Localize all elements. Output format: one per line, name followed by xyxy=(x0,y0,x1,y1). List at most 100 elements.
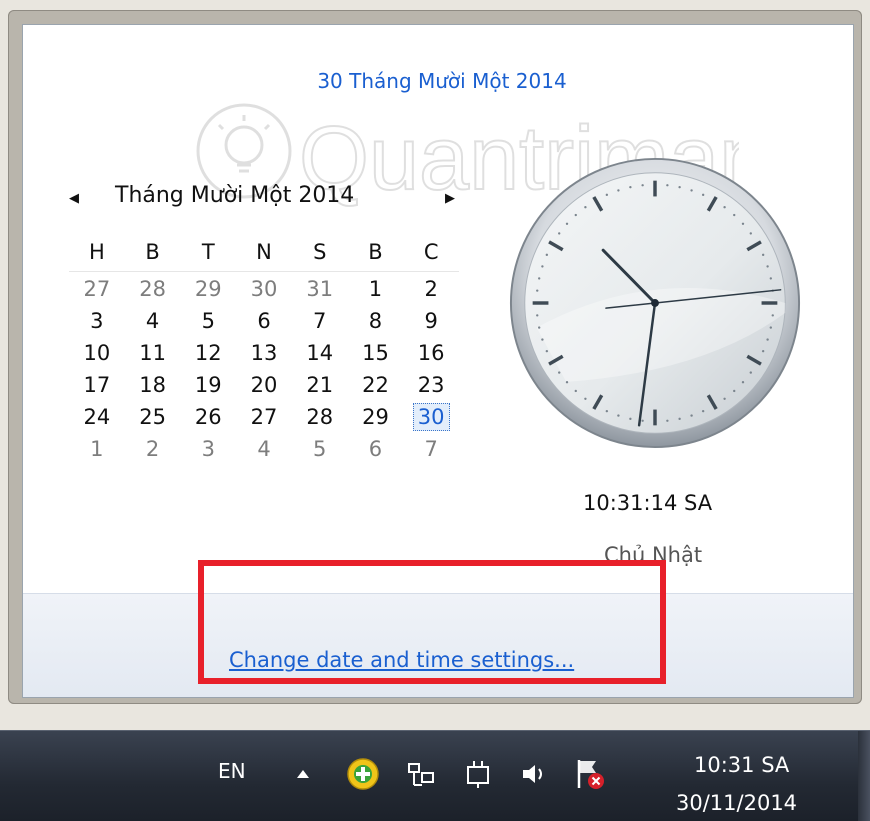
plus-app-icon[interactable] xyxy=(346,757,380,791)
clock-minute-dot xyxy=(701,409,705,413)
weekday-label: C xyxy=(423,240,439,264)
triangle-right-icon[interactable]: ▶ xyxy=(445,191,455,206)
show-desktop-button[interactable] xyxy=(858,731,870,821)
calendar-day[interactable]: 18 xyxy=(125,370,181,402)
calendar-day[interactable]: 12 xyxy=(180,338,236,370)
calendar-day[interactable]: 20 xyxy=(236,370,292,402)
calendar-day[interactable]: 22 xyxy=(348,370,404,402)
clock-minute-dot xyxy=(690,189,693,192)
calendar-day[interactable]: 26 xyxy=(180,402,236,434)
clock-minute-dot xyxy=(733,389,736,393)
week-row: 24 25 26 27 28 29 30 xyxy=(69,402,459,434)
calendar-day[interactable]: 15 xyxy=(348,338,404,370)
clock-minute-dot xyxy=(733,213,736,217)
calendar-day[interactable]: 13 xyxy=(236,338,292,370)
calendar-day[interactable]: 25 xyxy=(125,402,181,434)
week-row: 27 28 29 30 31 1 2 xyxy=(69,274,459,306)
clock-minute-dot xyxy=(749,371,752,374)
calendar-day[interactable]: 4 xyxy=(236,434,292,466)
calendar-day[interactable]: 27 xyxy=(236,402,292,434)
calendar-day[interactable]: 27 xyxy=(69,274,125,306)
calendar-day[interactable]: 17 xyxy=(69,370,125,402)
clock-minute-dot xyxy=(584,206,587,209)
calendar-grid: H B T N S B C 27 28 29 30 31 1 2 3 4 5 6… xyxy=(69,237,459,466)
clock-minute-dot xyxy=(541,338,544,341)
weekday-label: S xyxy=(313,240,327,264)
clock-minute-dot xyxy=(761,253,765,257)
clock-minute-dot xyxy=(766,265,769,268)
week-row: 3 4 5 6 7 8 9 xyxy=(69,306,459,338)
power-plug-icon[interactable] xyxy=(464,759,492,789)
clock-minute-dot xyxy=(605,193,609,197)
calendar-day[interactable]: 11 xyxy=(125,338,181,370)
calendar-day[interactable]: 2 xyxy=(125,434,181,466)
clock-minute-dot xyxy=(690,414,693,417)
clock-minute-dot xyxy=(536,314,539,317)
clock-minute-dot xyxy=(565,222,569,225)
clock-minute-dot xyxy=(538,277,541,280)
month-header: ◀ Tháng Mười Một 2014 ▶ xyxy=(69,183,463,219)
clock-minute-dot xyxy=(761,349,765,353)
calendar-day[interactable]: 31 xyxy=(292,274,348,306)
calendar-day[interactable]: 23 xyxy=(403,370,459,402)
calendar-day[interactable]: 19 xyxy=(180,370,236,402)
clock-minute-dot xyxy=(749,232,752,235)
calendar-day[interactable]: 28 xyxy=(292,402,348,434)
show-hidden-icons-arrow-icon[interactable] xyxy=(296,769,310,779)
calendar-day[interactable]: 5 xyxy=(292,434,348,466)
weekday-label: T xyxy=(201,240,215,264)
clock-minute-dot xyxy=(701,193,705,197)
calendar-day[interactable]: 14 xyxy=(292,338,348,370)
clock-minute-dot xyxy=(617,414,620,417)
month-title[interactable]: Tháng Mười Một 2014 xyxy=(115,183,354,208)
clock-minute-dot xyxy=(723,397,726,400)
calendar-day[interactable]: 10 xyxy=(69,338,125,370)
selected-day-label: 30 xyxy=(412,403,450,431)
clock-minute-dot xyxy=(769,326,772,329)
clock-minute-dot xyxy=(538,326,541,329)
weekday-label: N xyxy=(256,240,272,264)
taskbar-clock-date[interactable]: 30/11/2014 xyxy=(676,791,797,815)
calendar-day[interactable]: 1 xyxy=(69,434,125,466)
calendar-day[interactable]: 2 xyxy=(403,274,459,306)
network-icon[interactable] xyxy=(406,759,436,789)
calendar-day[interactable]: 5 xyxy=(180,306,236,338)
analog-clock xyxy=(509,157,801,449)
taskbar-clock-time[interactable]: 10:31 SA xyxy=(694,753,789,777)
calendar-day[interactable]: 9 xyxy=(403,306,459,338)
calendar-day[interactable]: 8 xyxy=(348,306,404,338)
clock-minute-dot xyxy=(771,314,774,317)
clock-minute-dot xyxy=(741,381,745,384)
calendar-day[interactable]: 30 xyxy=(236,274,292,306)
action-center-flag-icon[interactable] xyxy=(574,757,606,791)
clock-minute-dot xyxy=(629,417,632,420)
clock-minute-dot xyxy=(545,349,549,353)
weekday-label: B xyxy=(368,240,383,264)
clock-minute-dot xyxy=(558,232,561,235)
calendar-day[interactable]: 24 xyxy=(69,402,125,434)
triangle-left-icon[interactable]: ◀ xyxy=(69,191,79,206)
calendar-day[interactable]: 28 xyxy=(125,274,181,306)
current-time: 10:31:14 SA xyxy=(583,491,713,515)
calendar-day-selected[interactable]: 30 xyxy=(403,402,459,434)
volume-icon[interactable] xyxy=(520,761,550,787)
calendar-day[interactable]: 29 xyxy=(180,274,236,306)
clock-minute-dot xyxy=(545,253,549,257)
calendar-day[interactable]: 16 xyxy=(403,338,459,370)
calendar-day[interactable]: 6 xyxy=(236,306,292,338)
taskbar: EN 10:31 SA 30/11/2014 xyxy=(0,730,870,821)
calendar-day[interactable]: 21 xyxy=(292,370,348,402)
calendar-day[interactable]: 6 xyxy=(348,434,404,466)
full-date-link[interactable]: 30 Tháng Mười Một 2014 xyxy=(23,69,853,93)
calendar-day[interactable]: 7 xyxy=(403,434,459,466)
clock-minute-dot xyxy=(641,419,644,422)
calendar-day[interactable]: 29 xyxy=(348,402,404,434)
weekday-header-row: H B T N S B C xyxy=(69,237,459,272)
calendar-day[interactable]: 1 xyxy=(348,274,404,306)
calendar-day[interactable]: 7 xyxy=(292,306,348,338)
clock-minute-dot xyxy=(629,186,632,189)
language-indicator[interactable]: EN xyxy=(218,759,246,783)
calendar-day[interactable]: 3 xyxy=(69,306,125,338)
calendar-day[interactable]: 4 xyxy=(125,306,181,338)
calendar-day[interactable]: 3 xyxy=(180,434,236,466)
